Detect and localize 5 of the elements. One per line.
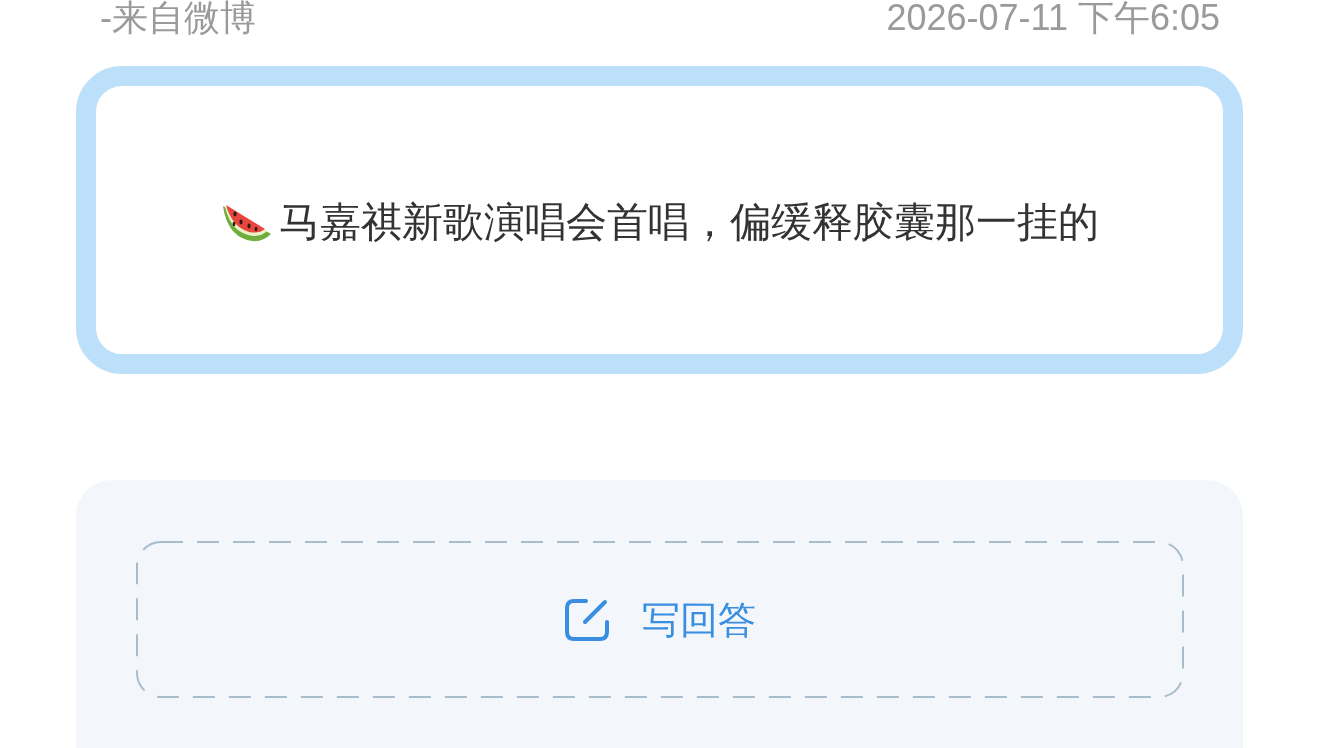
source-label: -来自微博 — [100, 0, 256, 36]
write-answer-button[interactable]: 写回答 — [136, 541, 1184, 698]
edit-icon — [564, 597, 612, 642]
timestamp: 2026-07-11 下午6:05 — [886, 0, 1220, 36]
question-text: 马嘉祺新歌演唱会首唱，偏缓释胶囊那一挂的 — [278, 198, 1099, 247]
